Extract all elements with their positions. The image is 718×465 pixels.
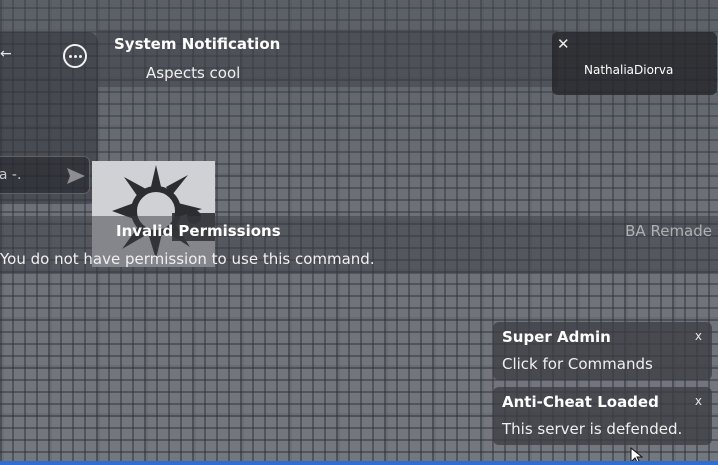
toast-body[interactable]: Click for Commands: [502, 355, 653, 373]
chat-input-text[interactable]: la -.: [0, 167, 21, 183]
permission-notice-message: You do not have permission to use this c…: [0, 250, 375, 268]
close-icon[interactable]: ✕: [557, 35, 570, 53]
close-icon[interactable]: x: [695, 329, 702, 343]
accent-strip: [0, 461, 718, 465]
player-card[interactable]: ✕ NathaliaDiorva: [552, 32, 717, 95]
permission-notice-title: Invalid Permissions: [116, 222, 281, 240]
system-notification-title: System Notification: [114, 35, 281, 53]
chat-input[interactable]: la -.: [0, 156, 90, 194]
game-viewport[interactable]: ← la -. System Notification Aspects cool…: [0, 0, 718, 465]
toast-title: Super Admin: [502, 328, 611, 346]
chat-edge-glyph: ←: [0, 46, 12, 62]
system-notification-message: Aspects cool: [146, 64, 241, 82]
permission-notice: Invalid Permissions BA Remade You do not…: [0, 216, 718, 274]
toast-anti-cheat[interactable]: Anti-Cheat Loaded This server is defende…: [493, 387, 712, 445]
system-notification: System Notification Aspects cool: [98, 30, 558, 87]
ellipsis-dot: [73, 54, 77, 58]
permission-notice-source: BA Remade: [625, 222, 712, 240]
ellipsis-dot: [68, 54, 72, 58]
send-icon[interactable]: [65, 166, 87, 186]
chat-more-options-icon[interactable]: [63, 44, 87, 68]
close-icon[interactable]: x: [695, 394, 702, 408]
toast-title: Anti-Cheat Loaded: [502, 393, 659, 411]
chat-window[interactable]: ← la -.: [0, 32, 98, 204]
toast-body: This server is defended.: [502, 420, 683, 438]
ellipsis-dot: [78, 54, 82, 58]
player-name: NathaliaDiorva: [584, 63, 674, 77]
toast-super-admin[interactable]: Super Admin Click for Commands x: [493, 322, 712, 380]
